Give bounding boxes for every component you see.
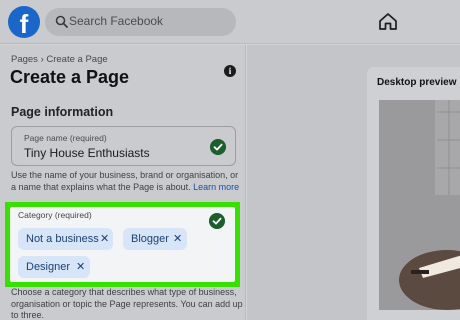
category-chip-label: Designer — [26, 261, 71, 273]
search-icon — [55, 15, 68, 28]
category-helper: Choose a category that describes what ty… — [11, 287, 243, 320]
breadcrumb[interactable]: Pages › Create a Page — [11, 54, 108, 65]
cover-photo-placeholder — [379, 100, 460, 310]
check-icon — [209, 213, 225, 229]
preview-area: Desktop preview — [247, 45, 460, 320]
info-icon[interactable]: i — [224, 65, 236, 77]
facebook-logo[interactable]: f — [8, 6, 40, 38]
learn-more-link[interactable]: Learn more — [193, 182, 239, 192]
home-icon[interactable] — [378, 12, 398, 31]
remove-icon[interactable]: ✕ — [173, 228, 182, 250]
remove-icon[interactable]: ✕ — [76, 256, 85, 278]
category-highlight: Category (required) Not a business ✕ Blo… — [5, 202, 240, 287]
category-field[interactable]: Category (required) Not a business ✕ Blo… — [10, 207, 235, 282]
category-chip-label: Blogger — [131, 233, 169, 245]
page-name-helper: Use the name of your business, brand or … — [11, 170, 243, 193]
category-chip-label: Not a business — [26, 233, 99, 245]
page-name-label: Page name (required) — [24, 133, 107, 143]
search-input[interactable]: Search Facebook — [45, 8, 236, 36]
category-chip[interactable]: Designer ✕ — [18, 256, 90, 278]
top-navigation-bar: f Search Facebook — [0, 0, 460, 44]
page-name-field[interactable]: Page name (required) Tiny House Enthusia… — [11, 126, 236, 166]
cover-illustration — [379, 100, 460, 310]
category-chip[interactable]: Not a business ✕ — [18, 228, 113, 250]
page-name-value[interactable]: Tiny House Enthusiasts — [24, 146, 150, 160]
desktop-preview-card: Desktop preview — [367, 67, 460, 320]
remove-icon[interactable]: ✕ — [100, 228, 109, 250]
search-placeholder: Search Facebook — [69, 14, 164, 28]
category-chip[interactable]: Blogger ✕ — [123, 228, 187, 250]
category-label: Category (required) — [18, 210, 92, 220]
section-title: Page information — [11, 105, 114, 119]
create-page-sidebar: Pages › Create a Page Create a Page i Pa… — [0, 45, 246, 320]
preview-title: Desktop preview — [377, 77, 457, 88]
page-title: Create a Page — [10, 67, 130, 87]
check-icon — [210, 139, 226, 155]
